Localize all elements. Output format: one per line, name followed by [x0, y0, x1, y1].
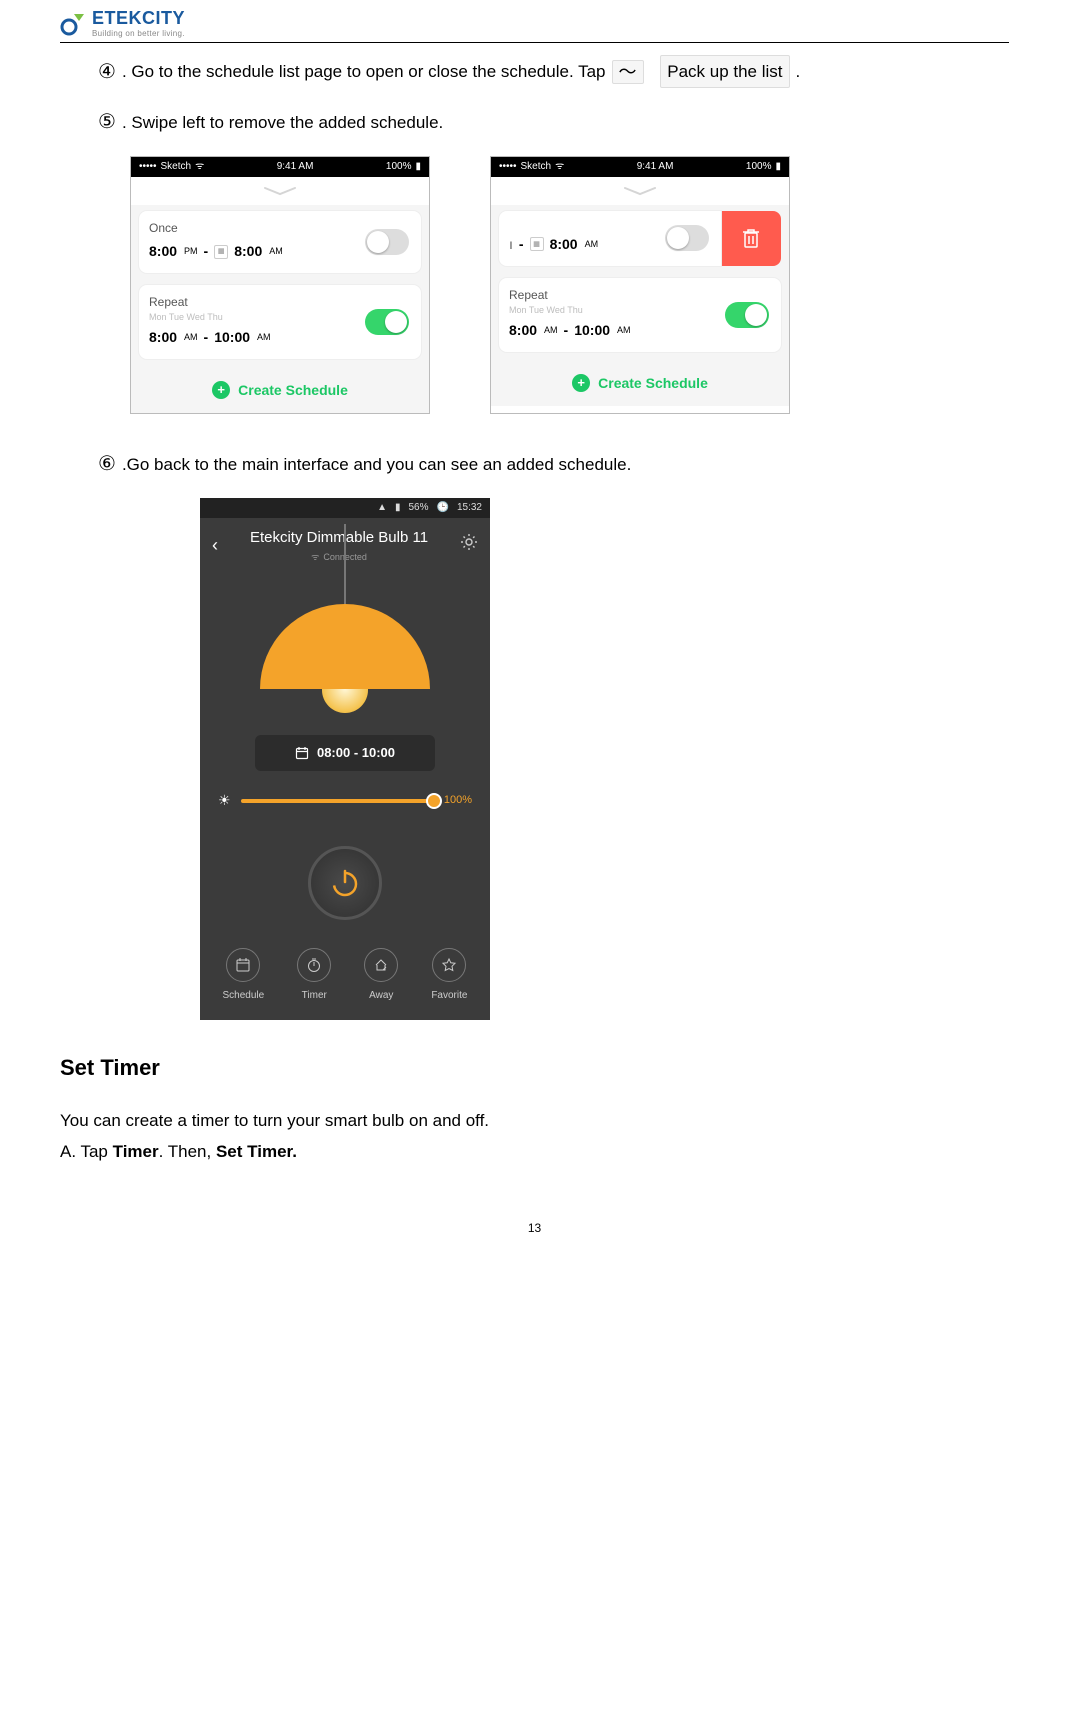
page-number: 13 — [60, 1219, 1009, 1238]
create-schedule-button[interactable]: + Create Schedule — [139, 371, 421, 407]
schedule-toggle-off[interactable] — [665, 225, 709, 251]
plus-icon: + — [572, 374, 590, 392]
gear-icon — [460, 533, 478, 551]
schedule-chip-text: 08:00 - 10:00 — [317, 743, 395, 764]
calendar-icon — [295, 746, 309, 760]
star-icon — [441, 957, 457, 973]
set-timer-description: You can create a timer to turn your smar… — [60, 1107, 1009, 1134]
timer-icon — [306, 957, 322, 973]
brightness-value: 100% — [444, 792, 472, 810]
set-timer-step-a: A. Tap Timer. Then, Set Timer. — [60, 1138, 1009, 1165]
nav-favorite[interactable]: Favorite — [431, 948, 467, 1004]
step-6-text: .Go back to the main interface and you c… — [122, 451, 631, 478]
step-number-4: ④ — [98, 56, 116, 88]
battery-icon: ▮ — [395, 500, 401, 516]
brand-tagline: Building on better living. — [92, 29, 185, 38]
carrier-label: Sketch — [161, 159, 192, 175]
day-icon: ▦ — [214, 245, 228, 259]
nav-schedule[interactable]: Schedule — [223, 948, 265, 1004]
schedule-toggle-on[interactable] — [365, 309, 409, 335]
pack-up-label: Pack up the list — [660, 55, 789, 88]
calendar-icon — [235, 957, 251, 973]
delete-schedule-button[interactable] — [721, 211, 781, 265]
schedule-card-once[interactable]: ı- ▦ 8:00AM — [499, 211, 721, 265]
status-clock-icon: 🕒 — [437, 500, 449, 516]
brand-name: ETEKCITY — [92, 8, 185, 29]
power-button[interactable] — [308, 846, 382, 920]
step-5: ⑤ . Swipe left to remove the added sched… — [98, 106, 1009, 138]
phone-screenshot-main: ▲ ▮ 56% 🕒 15:32 ‹ Etekcity Dimmable Bulb… — [200, 498, 490, 1020]
schedule-screenshots: •••••Sketchᯤ 9:41 AM 100%▮ Once 8:00PM -… — [130, 156, 1009, 414]
active-schedule-chip[interactable]: 08:00 - 10:00 — [255, 735, 435, 772]
trash-icon — [741, 227, 761, 249]
step-number-6: ⑥ — [98, 448, 116, 480]
wifi-icon: ᯤ — [555, 159, 564, 175]
schedule-card-once[interactable]: Once 8:00PM - ▦ 8:00AM — [139, 211, 421, 273]
status-bar: •••••Sketchᯤ 9:41 AM 100%▮ — [131, 157, 429, 177]
etekcity-logo-icon — [60, 10, 86, 36]
plus-icon: + — [212, 381, 230, 399]
device-title: Etekcity Dimmable Bulb 11 — [250, 526, 428, 550]
section-heading-set-timer: Set Timer — [60, 1050, 1009, 1085]
create-schedule-label: Create Schedule — [238, 379, 348, 401]
bottom-nav: Schedule Timer Away Favorite — [200, 938, 490, 1020]
create-schedule-button[interactable]: + Create Schedule — [499, 364, 781, 400]
schedule-card-swiped: ı- ▦ 8:00AM — [499, 211, 781, 265]
schedule-card-repeat[interactable]: Repeat Mon Tue Wed Thu 8:00AM - 10:00AM — [499, 278, 781, 352]
bulb-illustration — [200, 573, 490, 713]
step-5-text: . Swipe left to remove the added schedul… — [122, 109, 443, 136]
status-bar: •••••Sketchᯤ 9:41 AM 100%▮ — [491, 157, 789, 177]
android-status-bar: ▲ ▮ 56% 🕒 15:32 — [200, 498, 490, 518]
phone-screenshot-right: •••••Sketchᯤ 9:41 AM 100%▮ ı- ▦ — [490, 156, 790, 414]
brightness-slider[interactable]: ☀ 100% — [200, 771, 490, 811]
power-icon — [328, 866, 362, 900]
step-4: ④ . Go to the schedule list page to open… — [98, 55, 1009, 88]
nav-timer[interactable]: Timer — [297, 948, 331, 1004]
brightness-icon: ☀ — [218, 789, 231, 811]
schedule-toggle-on[interactable] — [725, 302, 769, 328]
sheet-handle[interactable] — [131, 177, 429, 205]
nav-away[interactable]: Away — [364, 948, 398, 1004]
battery-icon: ▮ — [415, 159, 421, 175]
status-time: 9:41 AM — [277, 159, 314, 175]
day-icon: ▦ — [530, 237, 544, 251]
phone-screenshot-left: •••••Sketchᯤ 9:41 AM 100%▮ Once 8:00PM -… — [130, 156, 430, 414]
step-4-post: . — [796, 58, 801, 85]
step-6: ⑥ .Go back to the main interface and you… — [98, 448, 1009, 480]
device-status: ᯤ Connected — [250, 550, 428, 564]
schedule-toggle-off[interactable] — [365, 229, 409, 255]
step-number-5: ⑤ — [98, 106, 116, 138]
wifi-icon: ᯤ — [195, 159, 204, 175]
signal-icon: ▲ — [377, 500, 387, 516]
step-4-pretext: . Go to the schedule list page to open o… — [122, 58, 606, 85]
battery-icon: ▮ — [775, 159, 781, 175]
wifi-icon: ᯤ — [311, 550, 319, 564]
settings-button[interactable] — [460, 533, 478, 557]
collapse-glyph: 〜 — [612, 60, 644, 84]
away-icon — [373, 957, 389, 973]
battery-label: 100% — [386, 159, 412, 175]
sheet-handle[interactable] — [491, 177, 789, 205]
schedule-card-repeat[interactable]: Repeat Mon Tue Wed Thu 8:00AM - 10:00AM — [139, 285, 421, 359]
page-header: ETEKCITY Building on better living. — [60, 0, 1009, 43]
back-button[interactable]: ‹ — [212, 531, 218, 560]
